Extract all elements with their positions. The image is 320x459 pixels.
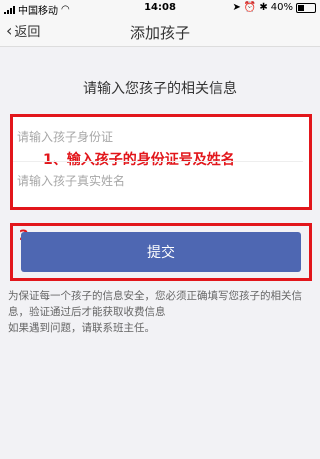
- nav-bar: ‹ 返回 添加孩子: [0, 16, 320, 47]
- child-info-form: 1、输入孩子的身份证号及姓名: [10, 114, 312, 210]
- form-heading: 请输入您孩子的相关信息: [83, 81, 237, 97]
- field-divider: [13, 161, 303, 162]
- submit-button[interactable]: 提交: [21, 232, 301, 272]
- status-bar: 中国移动 ◠ 14:08 ➤ ⏰ ✱ 40%: [0, 0, 320, 17]
- note-line-1: 为保证每一个孩子的信息安全，您必须正确填写您孩子的相关信息，验证通过后才能获取收…: [8, 290, 302, 318]
- location-icon: ➤: [232, 2, 241, 13]
- submit-highlight-box: 2 提交: [10, 223, 312, 281]
- battery-label: 40%: [270, 2, 293, 13]
- help-note: 为保证每一个孩子的信息安全，您必须正确填写您孩子的相关信息，验证通过后才能获取收…: [8, 288, 312, 336]
- page-title: 添加孩子: [129, 24, 190, 42]
- annotation-step-1: 1、输入孩子的身份证号及姓名: [43, 152, 235, 168]
- battery-icon: [296, 2, 316, 13]
- id-number-input[interactable]: [17, 127, 287, 147]
- note-line-2: 如果遇到问题，请联系班主任。: [8, 322, 155, 334]
- bluetooth-icon: ✱: [259, 2, 268, 13]
- real-name-input[interactable]: [17, 171, 287, 191]
- status-right: ➤ ⏰ ✱ 40%: [233, 2, 316, 13]
- alarm-icon: ⏰: [243, 2, 257, 13]
